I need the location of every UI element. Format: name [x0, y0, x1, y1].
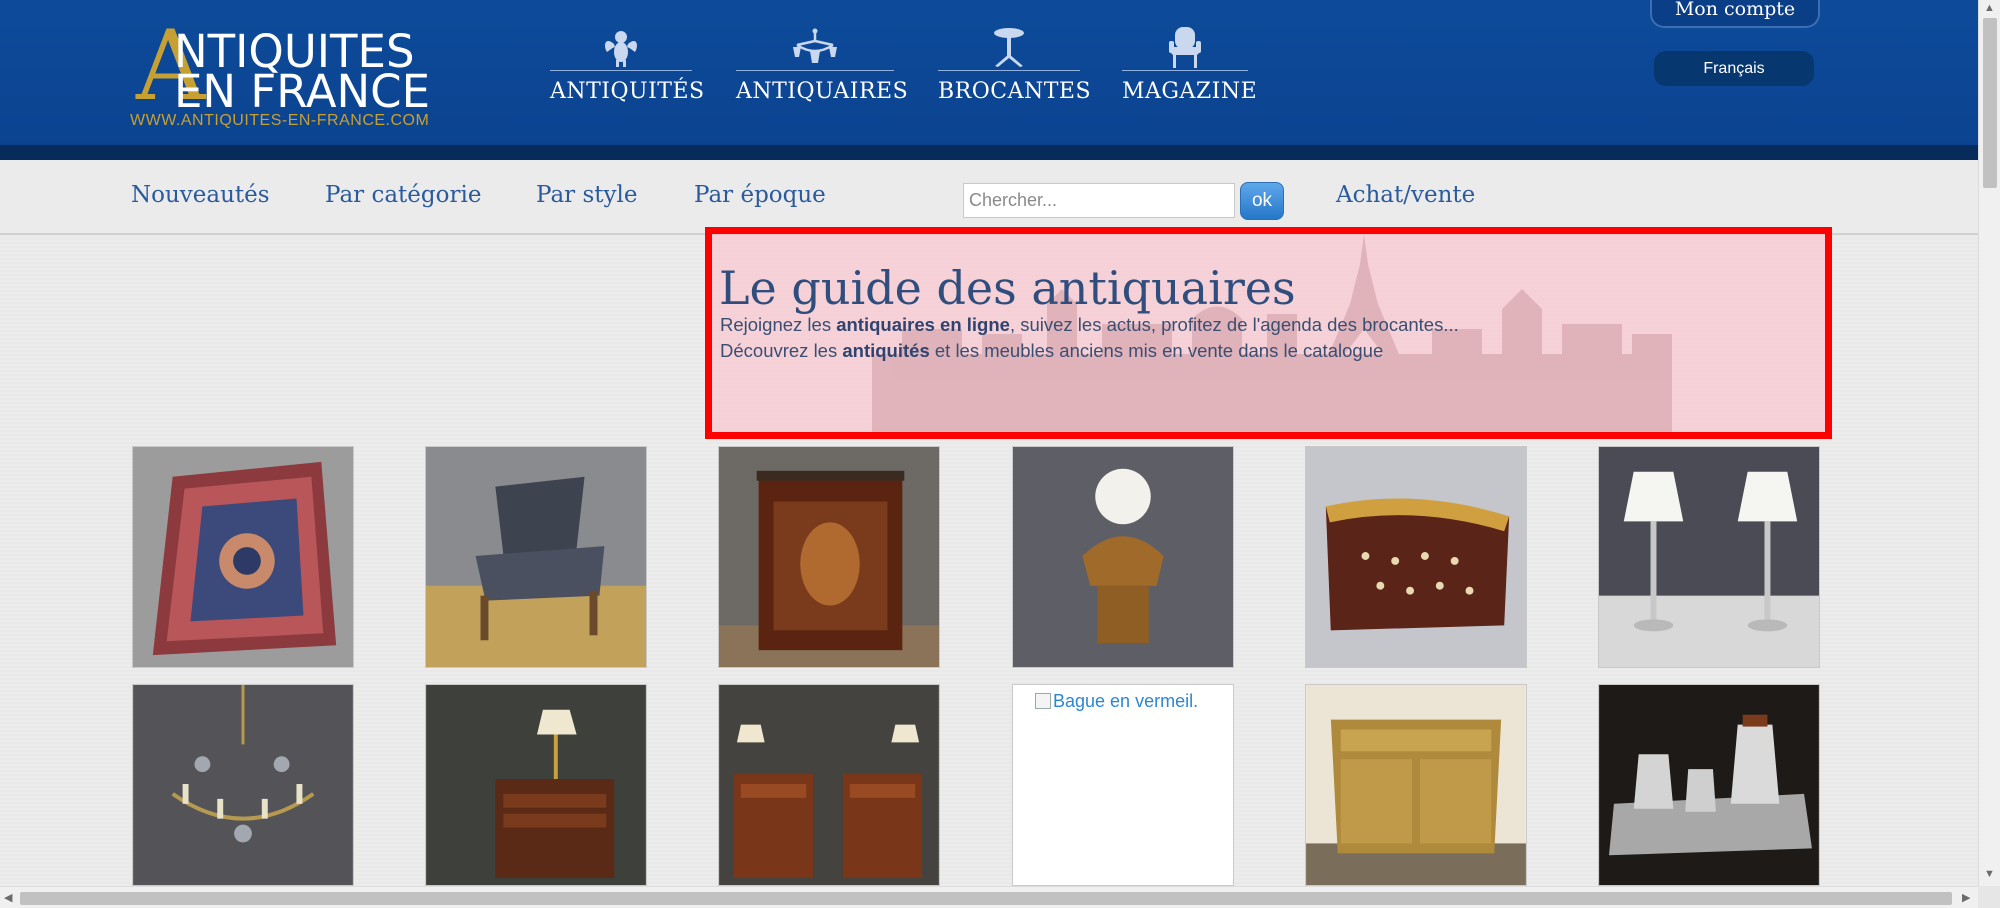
subnav-par-epoque[interactable]: Par époque: [694, 182, 826, 208]
hero-text: Rejoignez les: [720, 314, 837, 335]
hero-title: Le guide des antiquaires: [719, 261, 1296, 315]
subnav-achat-vente[interactable]: Achat/vente: [1336, 182, 1475, 208]
product-tile-box[interactable]: [1305, 446, 1527, 668]
hero-line-1: Rejoignez les antiquaires en ligne, suiv…: [720, 314, 1459, 336]
marquetry-box-image: [1306, 447, 1526, 667]
broken-image-icon: [1035, 693, 1051, 709]
product-tile-broken-image[interactable]: Bague en vermeil.: [1012, 684, 1234, 886]
nav-divider: [1122, 70, 1248, 71]
nav-label: BROCANTES: [938, 79, 1092, 104]
commode-image: [1306, 685, 1526, 885]
nav-magazine[interactable]: MAGAZINE: [1122, 24, 1258, 110]
product-tile-nightstands[interactable]: [718, 684, 940, 886]
product-tile-bust[interactable]: [1012, 446, 1234, 668]
product-tile-chandelier[interactable]: [132, 684, 354, 886]
scroll-left-icon[interactable]: ◀: [4, 891, 12, 904]
product-tile-commode[interactable]: [1305, 684, 1527, 886]
chandelier-image: [133, 685, 353, 885]
hero-text: , suivez les actus, profitez de l'agenda…: [1009, 314, 1459, 335]
language-selector[interactable]: Français: [1654, 51, 1814, 86]
product-tile-lamps[interactable]: [1598, 446, 1820, 668]
alt-text: Bague en vermeil.: [1053, 691, 1199, 711]
product-tile-nightstand[interactable]: [425, 684, 647, 886]
tea-set-image: [1599, 685, 1819, 885]
scroll-down-icon[interactable]: ▼: [1984, 868, 1995, 880]
header-divider: [0, 145, 1978, 160]
scroll-right-icon[interactable]: ▶: [1962, 891, 1970, 904]
nav-label: ANTIQUITÉS: [550, 79, 705, 104]
vertical-scrollbar[interactable]: ▲ ▼: [1978, 0, 2000, 886]
product-tile-persian-rug[interactable]: [132, 446, 354, 668]
nav-label: MAGAZINE: [1122, 79, 1258, 104]
logo-url: WWW.ANTIQUITES-EN-FRANCE.COM: [130, 112, 430, 129]
account-button[interactable]: Mon compte: [1650, 0, 1820, 28]
nav-antiquaires[interactable]: ANTIQUAIRES: [736, 24, 909, 110]
chandelier-icon: [736, 24, 894, 70]
hero-text: et les meubles anciens mis en vente dans…: [929, 340, 1384, 361]
account-label: Mon compte: [1674, 0, 1796, 20]
subnav-nouveautes[interactable]: Nouveautés: [131, 182, 270, 208]
persian-rug-image: [133, 447, 353, 667]
pedestal-table-icon: [938, 24, 1080, 70]
hero-text: Découvrez les: [720, 340, 843, 361]
horizontal-scrollbar[interactable]: ◀ ▶: [0, 886, 1978, 908]
horizontal-scroll-thumb[interactable]: [20, 892, 1952, 905]
nav-divider: [550, 70, 692, 71]
product-tile-cabinet[interactable]: [718, 446, 940, 668]
nav-divider: [736, 70, 894, 71]
site-header: A NTIQUITES EN FRANCE WWW.ANTIQUITES-EN-…: [0, 0, 1978, 145]
vertical-scroll-thumb[interactable]: [1983, 18, 1997, 188]
nav-antiquites[interactable]: ANTIQUITÉS: [550, 24, 705, 110]
hero-link-antiquaires[interactable]: antiquaires en ligne: [836, 314, 1010, 335]
lamps-image: [1599, 447, 1819, 667]
nav-divider: [938, 70, 1080, 71]
search-submit-button[interactable]: ok: [1240, 182, 1284, 220]
scrollbar-corner: [1978, 886, 2000, 908]
product-tile-tea-set[interactable]: [1598, 684, 1820, 886]
hero-link-antiquites[interactable]: antiquités: [842, 340, 929, 361]
cabinet-image: [719, 447, 939, 667]
subnav-par-style[interactable]: Par style: [536, 182, 637, 208]
nav-brocantes[interactable]: BROCANTES: [938, 24, 1092, 110]
hero-line-2: Découvrez les antiquités et les meubles …: [720, 340, 1383, 362]
cherub-icon: [550, 24, 692, 70]
nav-label: ANTIQUAIRES: [736, 79, 909, 104]
subnav-par-categorie[interactable]: Par catégorie: [325, 182, 481, 208]
armchair-image: [426, 447, 646, 667]
armchair-icon: [1122, 24, 1248, 70]
bust-image: [1013, 447, 1233, 667]
logo-line-2: EN FRANCE: [174, 65, 431, 118]
search-input[interactable]: [963, 183, 1235, 218]
broken-image-alt: Bague en vermeil.: [1035, 691, 1198, 712]
site-logo[interactable]: A NTIQUITES EN FRANCE WWW.ANTIQUITES-EN-…: [130, 18, 450, 134]
nightstand-image: [426, 685, 646, 885]
product-tile-armchair[interactable]: [425, 446, 647, 668]
nightstands-image: [719, 685, 939, 885]
secondary-nav: Nouveautés Par catégorie Par style Par é…: [0, 160, 1978, 235]
hero-banner: Le guide des antiquaires Rejoignez les a…: [705, 227, 1832, 439]
scroll-up-icon[interactable]: ▲: [1984, 2, 1995, 14]
